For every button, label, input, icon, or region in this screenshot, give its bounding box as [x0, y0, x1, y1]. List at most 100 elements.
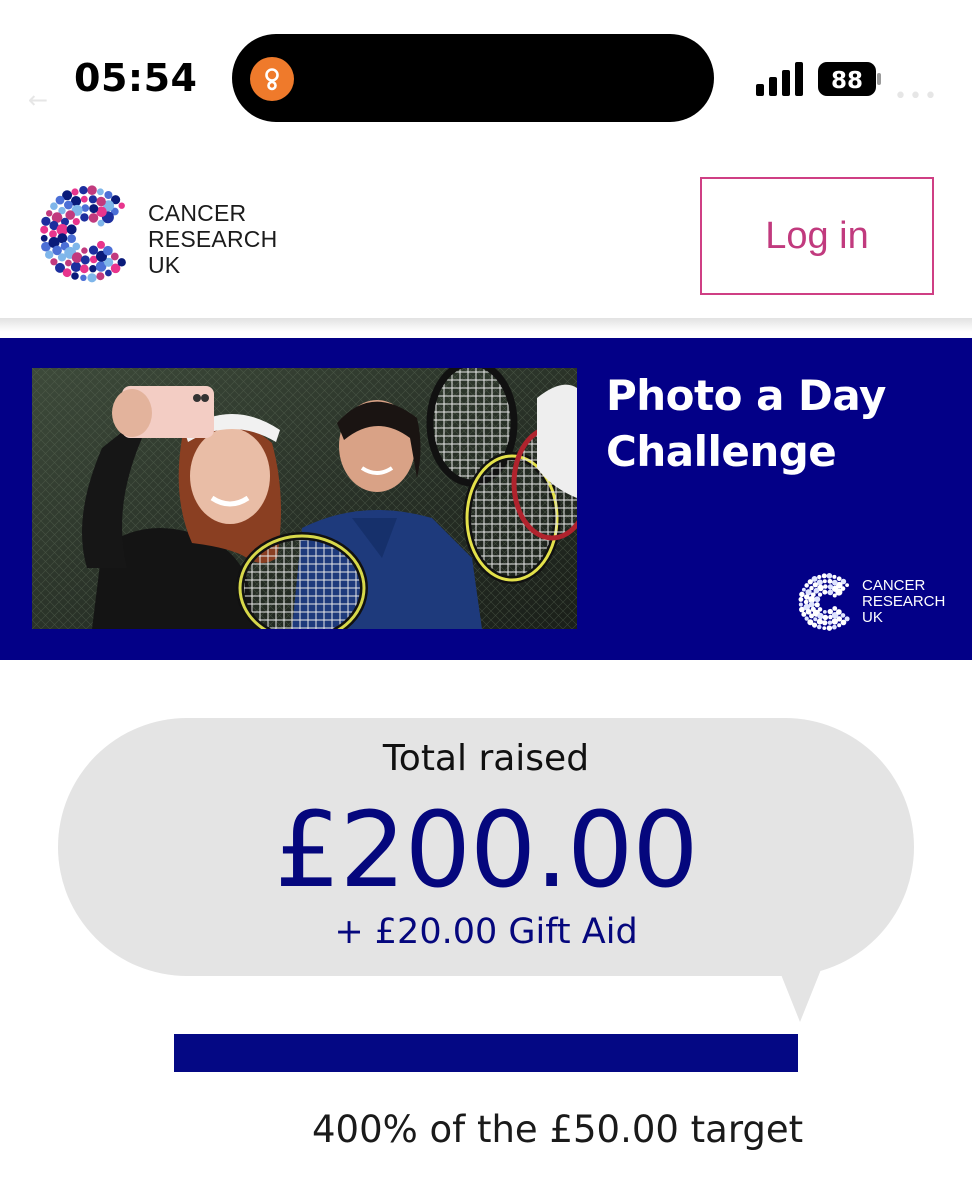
logo-dot	[822, 609, 827, 614]
logo-dot	[801, 587, 806, 592]
logo-line-1: CANCER	[148, 200, 247, 226]
banner-logo-line-3: UK	[862, 609, 883, 626]
logo-dot	[822, 620, 828, 626]
logo-dot	[814, 602, 820, 608]
logo-dot	[798, 597, 804, 602]
logo-dot	[832, 574, 837, 579]
logo-dot	[803, 599, 809, 605]
logo-dot	[88, 195, 97, 204]
location-pin-icon	[250, 57, 294, 101]
logo-dot	[40, 225, 49, 234]
logo-dot	[70, 261, 82, 272]
logo-dot	[55, 195, 65, 205]
logo-dot	[89, 265, 97, 273]
banner-logo-line-2: RESEARCH	[862, 593, 946, 610]
logo-dot	[822, 614, 829, 621]
logo-dot	[837, 623, 842, 628]
header-divider	[0, 318, 972, 332]
more-options-icon[interactable]: •••	[894, 84, 939, 109]
logo-dot	[808, 601, 815, 608]
logo-dot	[827, 608, 834, 615]
status-bar: 05:54 88 ← •••	[0, 0, 972, 130]
banner-logo-c-dots-icon	[798, 573, 850, 631]
logo-dot	[49, 230, 57, 238]
logo-dot	[79, 186, 88, 195]
bubble-pointer	[776, 962, 824, 1022]
logo-dot	[822, 589, 828, 595]
logo-line-2: RESEARCH	[148, 226, 278, 252]
logo-dot	[62, 268, 72, 278]
logo-dot	[836, 609, 842, 615]
logo-text: CANCER RESEARCH UK	[148, 200, 277, 278]
logo-dot	[813, 617, 818, 622]
total-raised-amount: £200.00	[274, 789, 698, 911]
logo-dot	[80, 195, 88, 203]
logo-dot	[80, 255, 90, 265]
logo-dot	[71, 252, 83, 263]
logo-dot	[88, 245, 99, 255]
logo-dot	[807, 579, 813, 585]
logo-dot	[817, 612, 824, 620]
logo-dot	[118, 202, 125, 209]
logo-dot	[97, 240, 105, 249]
logo-dot	[822, 626, 827, 631]
logo-dot	[827, 584, 834, 590]
logo-dot	[836, 576, 842, 582]
logo-dot	[80, 213, 89, 222]
progress-bar-fill	[174, 1034, 798, 1072]
target-progress-text: 400% of the £50.00 target	[312, 1108, 804, 1151]
banner-title-line-1: Photo a Day	[606, 371, 886, 420]
logo-dot	[72, 218, 80, 226]
logo-dot	[798, 602, 803, 607]
logo-dot	[104, 191, 113, 199]
battery-level: 88	[831, 68, 863, 94]
logo-dot	[832, 606, 838, 611]
total-raised-label: Total raised	[382, 738, 590, 779]
logo-dot	[821, 573, 827, 579]
logo-dot	[105, 269, 112, 277]
signal-strength-icon	[756, 62, 803, 96]
logo-dot	[50, 258, 58, 266]
logo-dot	[845, 583, 849, 588]
logo-dot	[832, 593, 837, 598]
logo-dot	[817, 574, 822, 580]
back-arrow-icon[interactable]: ←	[28, 86, 48, 114]
login-button[interactable]: Log in	[700, 177, 934, 295]
logo-dot	[71, 188, 79, 196]
logo-dot	[50, 202, 58, 210]
logo-dot	[812, 582, 818, 588]
logo-dot	[66, 224, 77, 235]
logo-dot	[87, 273, 97, 283]
logo-dot	[799, 591, 805, 598]
logo-dot	[97, 219, 105, 227]
logo-dot	[71, 272, 79, 280]
logo-dot	[811, 622, 818, 628]
logo-dot	[57, 233, 68, 244]
logo-dot	[65, 259, 72, 267]
logo-dot	[40, 234, 48, 242]
logo-dot	[81, 247, 88, 254]
campaign-banner: Photo a Day Challenge CANCER RESEARCH UK	[0, 338, 972, 660]
battery-icon: 88	[818, 62, 882, 96]
logo-dot	[103, 245, 113, 256]
logo-dot	[817, 607, 823, 612]
logo-dot	[814, 596, 821, 603]
logo-dot	[46, 210, 53, 217]
logo-dot	[822, 579, 827, 584]
logo-dot	[96, 272, 105, 281]
logo-dot	[832, 624, 837, 630]
logo-dot	[827, 578, 833, 584]
logo-dot	[72, 242, 81, 251]
logo-dot	[804, 583, 809, 588]
cancer-research-uk-logo[interactable]: CANCER RESEARCH UK	[36, 184, 296, 290]
status-time: 05:54	[74, 56, 198, 100]
dynamic-island	[232, 34, 714, 122]
fundraising-progress-bar	[174, 1034, 798, 1072]
logo-dot	[67, 234, 76, 243]
logo-dot	[804, 616, 809, 621]
logo-dot	[826, 625, 833, 631]
logo-dot	[840, 613, 846, 618]
logo-dot	[816, 624, 822, 630]
logo-dot	[81, 204, 90, 212]
banner-title-line-2: Challenge	[606, 427, 837, 476]
